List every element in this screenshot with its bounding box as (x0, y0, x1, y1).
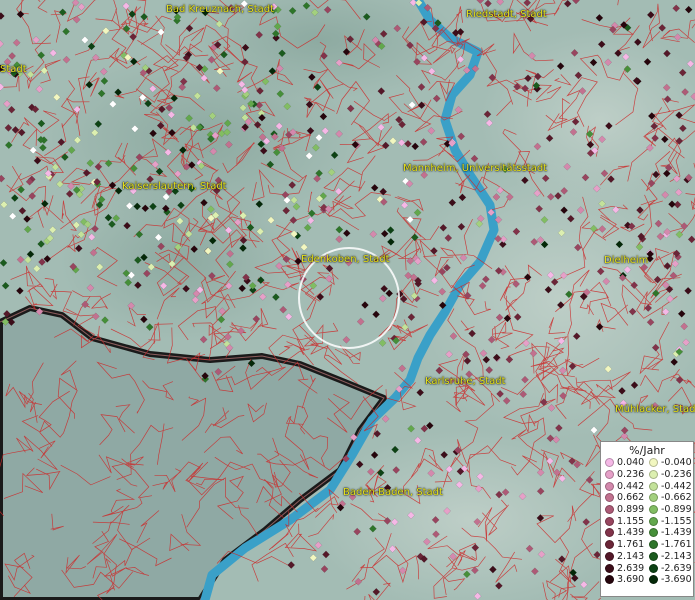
legend-positive-value: 3.690 (617, 574, 645, 586)
city-label-mannheim: Mannheim, Universitätsstadt (403, 163, 548, 174)
legend-negative-swatch (649, 458, 658, 468)
legend-positive-row: 2.143 (605, 551, 649, 563)
legend-positive-row: 3.690 (605, 574, 649, 586)
legend-negative-value: -1.439 (661, 527, 692, 539)
city-label-muehlacker: Mühlacker, Stadt (615, 404, 695, 415)
legend-negative-swatch (649, 505, 658, 515)
legend-positive-row: 0.899 (605, 504, 649, 516)
city-label-kaiserslautern: Kaiserslautern, Stadt (122, 181, 227, 192)
legend-negative-value: -0.236 (661, 469, 692, 481)
legend-negative-row: -1.155 (649, 515, 693, 527)
legend-positive-row: 0.662 (605, 492, 649, 504)
legend-positive-swatch (605, 481, 614, 491)
legend-positive-value: 0.899 (617, 504, 645, 516)
legend-negative-row: -2.143 (649, 551, 693, 563)
legend-positive-row: 0.040 (605, 457, 649, 469)
legend-positive-value: 0.236 (617, 469, 645, 481)
legend-positive-value: 1.155 (617, 515, 645, 527)
legend-positive-swatch (605, 470, 614, 480)
legend-positive-swatch (605, 458, 614, 468)
legend-negative-value: -0.040 (661, 457, 692, 469)
legend-positive-value: 2.143 (617, 550, 645, 562)
legend-negative-value: -0.662 (661, 492, 692, 504)
legend-negative-row: -0.236 (649, 469, 693, 481)
legend-negative-column: -0.040 -0.236 -0.442 -0.662 -0.899 -1.155 -1.4… (649, 457, 693, 586)
city-label-dielheim: Dielheim (604, 255, 649, 266)
legend-positive-value: 0.662 (617, 492, 645, 504)
legend-negative-value: -0.899 (661, 504, 692, 516)
legend-positive-row: 0.442 (605, 480, 649, 492)
legend-positive-row: 1.761 (605, 539, 649, 551)
legend-negative-value: -1.761 (661, 539, 692, 551)
legend-negative-row: -0.662 (649, 492, 693, 504)
legend-negative-value: -2.639 (661, 562, 692, 574)
legend-negative-row: -3.690 (649, 574, 693, 586)
legend-positive-row: 0.236 (605, 469, 649, 481)
legend-title: %/Jahr (629, 444, 665, 457)
legend-positive-column: 0.040 0.236 0.442 0.662 0.899 1.155 1.439 1.761… (605, 457, 649, 586)
legend-negative-row: -2.639 (649, 562, 693, 574)
legend-positive-swatch (605, 528, 614, 538)
legend-negative-value: -0.442 (661, 480, 692, 492)
legend-negative-swatch (649, 470, 658, 480)
legend-positive-swatch (605, 563, 614, 573)
city-label-stadt: Stadt (0, 64, 27, 75)
legend-positive-swatch (605, 551, 614, 561)
city-label-baden-baden: Baden-Baden, Stadt (343, 487, 443, 498)
legend-negative-swatch (649, 516, 658, 526)
legend-negative-value: -2.143 (661, 550, 692, 562)
legend-positive-value: 0.442 (617, 480, 645, 492)
legend-negative-swatch (649, 551, 658, 561)
legend-negative-row: -0.040 (649, 457, 693, 469)
legend-positive-value: 1.439 (617, 527, 645, 539)
city-label-riedstadt: Riedstadt, Stadt (466, 9, 547, 20)
legend-negative-row: -0.899 (649, 504, 693, 516)
legend-positive-value: 1.761 (617, 539, 645, 551)
legend-positive-row: 1.439 (605, 527, 649, 539)
legend-positive-row: 1.155 (605, 515, 649, 527)
legend-positive-value: 0.040 (617, 457, 645, 469)
legend-positive-swatch (605, 540, 614, 550)
legend-negative-swatch (649, 481, 658, 491)
legend-positive-swatch (605, 493, 614, 503)
legend-negative-row: -1.761 (649, 539, 693, 551)
legend-negative-value: -3.690 (661, 574, 692, 586)
legend-positive-value: 2.639 (617, 562, 645, 574)
legend-negative-row: -1.439 (649, 527, 693, 539)
legend-negative-swatch (649, 528, 658, 538)
legend-negative-swatch (649, 493, 658, 503)
legend-positive-swatch (605, 505, 614, 515)
legend-negative-swatch (649, 540, 658, 550)
city-label-karlsruhe: Karlsruhe, Stadt (425, 376, 506, 387)
legend-negative-swatch (649, 575, 658, 585)
legend-positive-row: 2.639 (605, 562, 649, 574)
legend: %/Jahr 0.040 0.236 0.442 0.662 0.899 1.155 1.4… (600, 441, 694, 597)
legend-negative-value: -1.155 (661, 515, 692, 527)
legend-positive-swatch (605, 575, 614, 585)
city-label-bad-kreuznach: Bad Kreuznach, Stadt (166, 4, 275, 15)
legend-negative-swatch (649, 563, 658, 573)
legend-positive-swatch (605, 516, 614, 526)
city-label-edenkoben: Edenkoben, Stadt (301, 254, 390, 265)
map-canvas[interactable] (0, 0, 695, 600)
legend-negative-row: -0.442 (649, 480, 693, 492)
